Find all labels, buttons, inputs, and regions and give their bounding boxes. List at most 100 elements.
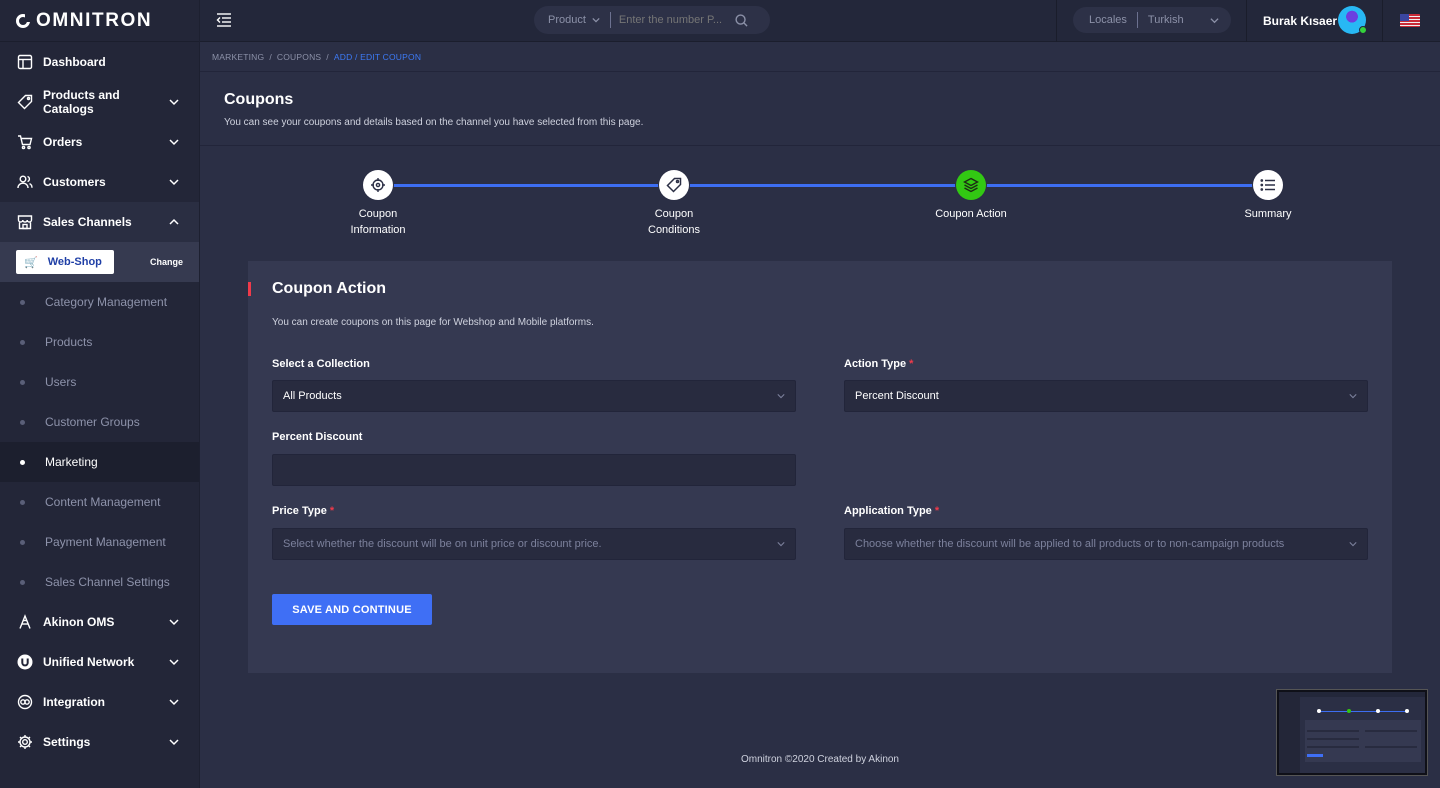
action-type-label: Action Type * (844, 358, 914, 370)
collection-select[interactable]: All Products (272, 380, 796, 412)
locale-select[interactable]: Locales Turkish (1073, 7, 1231, 33)
minimap-stepper-line (1317, 711, 1407, 712)
search-scope-value: Product (548, 14, 586, 26)
sidebar-subitem-category-management[interactable]: Category Management (0, 282, 199, 322)
step-summary[interactable]: Summary (1208, 170, 1328, 222)
collection-label: Select a Collection (272, 358, 370, 370)
bullet-icon (20, 419, 25, 425)
sidebar-subitem-label: Products (45, 335, 93, 349)
sidebar-item-sales-channels[interactable]: Sales Channels (0, 202, 199, 242)
step-label: Coupon Action (935, 208, 1007, 220)
language-flag-icon[interactable] (1400, 14, 1420, 27)
breadcrumb-coupons[interactable]: COUPONS (277, 52, 321, 62)
minimap-field (1365, 730, 1417, 732)
bullet-icon (20, 579, 25, 585)
coupon-action-card: Coupon Action You can create coupons on … (248, 261, 1392, 673)
page-minimap-thumbnail[interactable] (1277, 690, 1427, 775)
sidebar-item-orders[interactable]: Orders (0, 122, 199, 162)
user-name[interactable]: Burak Kısaer (1263, 14, 1337, 28)
search-input[interactable] (618, 14, 731, 26)
chevron-down-icon (169, 179, 179, 186)
bullet-icon (20, 539, 25, 545)
chevron-up-icon (169, 218, 179, 225)
sidebar: OMNITRON Dashboard Products and Catalogs… (0, 0, 200, 788)
logo[interactable]: OMNITRON (0, 0, 199, 42)
application-type-label: Application Type * (844, 505, 940, 517)
sidebar-subitem-products[interactable]: Products (0, 322, 199, 362)
price-type-select[interactable]: Select whether the discount will be on u… (272, 528, 796, 560)
page-title: Coupons (224, 91, 294, 108)
minimap-step-dot (1405, 709, 1409, 713)
chevron-down-icon (169, 99, 179, 106)
application-type-select[interactable]: Choose whether the discount will be appl… (844, 528, 1368, 560)
change-channel-link[interactable]: Change (150, 257, 183, 267)
sidebar-subitem-users[interactable]: Users (0, 362, 199, 402)
divider (1056, 0, 1057, 42)
chevron-down-icon (777, 394, 785, 399)
top-bar: Product Locales Turkish Burak Kısaer (200, 0, 1440, 42)
action-type-select[interactable]: Percent Discount (844, 380, 1368, 412)
sidebar-subitem-content-management[interactable]: Content Management (0, 482, 199, 522)
breadcrumb-current: ADD / EDIT COUPON (333, 51, 422, 62)
required-mark: * (329, 505, 335, 517)
dashboard-icon (16, 54, 33, 71)
logo-text: OMNITRON (36, 9, 153, 31)
required-mark: * (934, 505, 940, 517)
breadcrumb-marketing[interactable]: MARKETING (212, 52, 264, 62)
step-label: Summary (1244, 208, 1292, 220)
tag-icon (16, 94, 33, 111)
online-status-indicator (1359, 26, 1367, 34)
chevron-down-icon (592, 17, 600, 23)
collection-value: All Products (283, 390, 342, 402)
sidebar-item-label: Customers (43, 175, 106, 189)
step-coupon-action[interactable]: Coupon Action (911, 170, 1031, 222)
sidebar-item-settings[interactable]: Settings (0, 722, 199, 762)
shopping-cart-icon: 🛒 (24, 256, 38, 269)
page-subtitle: You can see your coupons and details bas… (224, 117, 644, 128)
sidebar-subitem-sales-channel-settings[interactable]: Sales Channel Settings (0, 562, 199, 602)
chevron-down-icon (1349, 394, 1357, 399)
users-icon (16, 174, 33, 191)
action-type-value: Percent Discount (855, 390, 939, 402)
chevron-down-icon (1210, 17, 1219, 23)
price-type-label: Price Type * (272, 505, 335, 517)
avatar[interactable] (1338, 6, 1367, 34)
step-coupon-information[interactable]: Coupon Information (318, 170, 438, 238)
minimap-sidebar (1279, 692, 1300, 773)
chevron-down-icon (169, 139, 179, 146)
sidebar-subitem-label: Category Management (45, 295, 168, 309)
sidebar-item-integration[interactable]: Integration (0, 682, 199, 722)
locale-value: Turkish (1147, 14, 1184, 26)
save-and-continue-button[interactable]: SAVE AND CONTINUE (272, 594, 432, 625)
sidebar-item-label: Dashboard (43, 55, 106, 69)
breadcrumb: MARKETING / COUPONS / ADD / EDIT COUPON (200, 42, 1440, 72)
channel-name: Web-Shop (47, 256, 102, 268)
search-icon[interactable] (735, 13, 748, 27)
minimap-field (1307, 746, 1359, 748)
target-icon (371, 178, 385, 192)
channel-badge[interactable]: 🛒 Web-Shop (16, 250, 114, 274)
layers-icon (963, 177, 979, 193)
sidebar-subitem-customer-groups[interactable]: Customer Groups (0, 402, 199, 442)
step-coupon-conditions[interactable]: Coupon Conditions (614, 170, 734, 238)
search-scope-select[interactable]: Product (548, 12, 611, 28)
bullet-icon (20, 339, 25, 345)
sidebar-subitem-label: Marketing (45, 455, 98, 469)
divider (1246, 0, 1247, 42)
application-type-placeholder: Choose whether the discount will be appl… (855, 538, 1285, 550)
step-label: Coupon Conditions (648, 208, 700, 236)
stepper-progress-line (378, 184, 1266, 187)
sidebar-item-dashboard[interactable]: Dashboard (0, 42, 199, 82)
step-label: Coupon Information (350, 208, 406, 236)
sidebar-subitem-marketing[interactable]: Marketing (0, 442, 199, 482)
collapse-menu-icon[interactable] (216, 13, 232, 27)
step-circle-active (956, 170, 986, 200)
sidebar-item-unified-network[interactable]: Unified Network (0, 642, 199, 682)
percent-discount-input[interactable] (272, 454, 796, 486)
sidebar-item-products-and-catalogs[interactable]: Products and Catalogs (0, 82, 199, 122)
sidebar-item-akinon-oms[interactable]: Akinon OMS (0, 602, 199, 642)
cart-icon (16, 134, 33, 151)
sidebar-subitem-payment-management[interactable]: Payment Management (0, 522, 199, 562)
sidebar-item-customers[interactable]: Customers (0, 162, 199, 202)
minimap-step-dot (1376, 709, 1380, 713)
